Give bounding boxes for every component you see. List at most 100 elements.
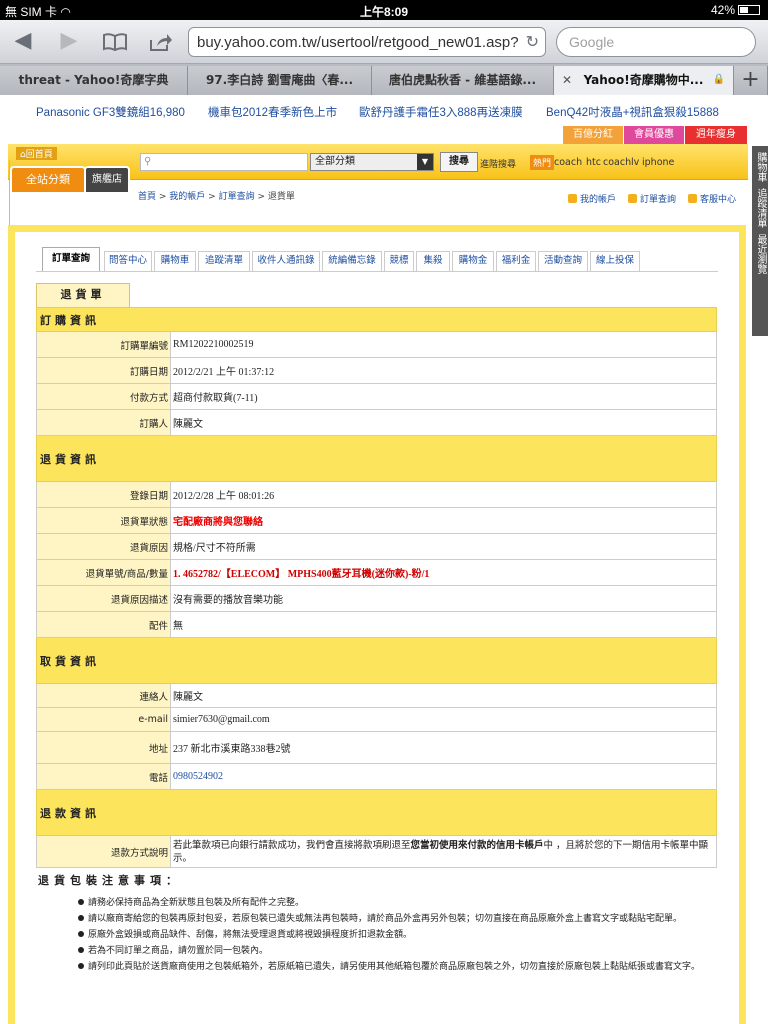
tab-insurance[interactable]: 線上投保 (590, 251, 640, 271)
tab-1[interactable]: threat - Yahoo!奇摩字典 (0, 66, 188, 95)
tab-2[interactable]: 97.李白詩 劉雪庵曲〈春... (188, 66, 372, 95)
tab-group-kill[interactable]: 集殺 (416, 251, 450, 271)
field-label: 訂購人 (36, 409, 171, 436)
floating-sidebar: 購物車 追蹤清單 最近瀏覽 (752, 146, 768, 336)
return-item[interactable]: 1. 4652782/【ELECOM】 MPHS400藍牙耳機(迷你款)-粉/1 (170, 559, 717, 586)
section-title-order: 訂購資訊 (36, 307, 717, 332)
return-description: 沒有需要的播放音樂功能 (170, 585, 717, 612)
browser-toolbar: ◀ ▶ buy.yahoo.com.tw/usertool/retgood_ne… (0, 20, 768, 64)
search-icon: ⚲ (144, 156, 152, 167)
promo-link[interactable]: Panasonic GF3雙鏡組16,980 (36, 104, 185, 120)
topbutton-member[interactable]: 會員優惠 (624, 126, 684, 144)
contact-address: 237 新北市溪東路338巷2號 (170, 731, 717, 764)
tab-label: Yahoo!奇摩購物中... (583, 73, 704, 87)
hot-word[interactable]: htc (586, 157, 601, 168)
tab-qa[interactable]: 問答中心 (104, 251, 152, 271)
forward-arrow-icon[interactable]: ▶ (54, 28, 84, 54)
search-button[interactable]: 搜尋 (440, 152, 478, 172)
field-label: 電話 (36, 763, 171, 790)
field-label: e-mail (36, 707, 171, 732)
tab-auction[interactable]: 競標 (384, 251, 414, 271)
reload-icon[interactable]: ↻ (526, 32, 539, 52)
advanced-search-link[interactable]: 進階搜尋 (480, 157, 516, 170)
order-query-link[interactable]: 訂單查詢 (628, 192, 676, 205)
sidebar-item-watchlist[interactable]: 追蹤清單 (752, 188, 768, 228)
tab-watchlist[interactable]: 追蹤清單 (198, 251, 250, 271)
tab-underline (36, 271, 718, 272)
contact-phone[interactable]: 0980524902 (170, 763, 717, 790)
table-row: 訂購單編號 RM1202210002519 (36, 331, 717, 358)
site-search-input[interactable]: ⚲ (140, 153, 308, 171)
tab-order-query[interactable]: 訂單查詢 (42, 247, 100, 271)
breadcrumb-current: 退貨單 (267, 192, 295, 202)
notes-title: 退貨包裝注意事項： (38, 874, 182, 887)
user-icon (568, 194, 577, 203)
tab-events[interactable]: 活動查詢 (538, 251, 588, 271)
breadcrumb-orders[interactable]: 訂單查詢 (219, 192, 255, 202)
battery-indicator: 42% (711, 3, 760, 17)
tab-tax-memo[interactable]: 統編備忘錄 (322, 251, 382, 271)
new-tab-button[interactable]: + (734, 66, 768, 95)
tab-cart[interactable]: 購物車 (154, 251, 196, 271)
category-select[interactable]: 全部分類 ▼ (310, 153, 434, 171)
tab-welfare-credit[interactable]: 福利金 (496, 251, 536, 271)
address-bar[interactable]: buy.yahoo.com.tw/usertool/retgood_new01.… (188, 27, 546, 57)
all-categories-button[interactable]: 全站分類 (10, 166, 86, 194)
list-item: 請列印此頁貼於送貨廠商使用之包裝紙箱外，若原紙箱已遺失，請另使用其他紙箱包覆於商… (68, 960, 720, 975)
search-input[interactable]: Google (556, 27, 756, 57)
my-account-link[interactable]: 我的帳戶 (568, 192, 616, 205)
section-title-refund: 退款資訊 (36, 789, 717, 836)
hot-word[interactable]: lv (631, 157, 639, 168)
table-row: 訂購人 陳麗文 (36, 409, 717, 436)
hot-word[interactable]: coach (603, 157, 631, 168)
sidebar-item-recent[interactable]: 最近瀏覽 (752, 234, 768, 274)
tab-addressbook[interactable]: 收件人通訊錄 (252, 251, 320, 271)
field-label: 退貨單號/商品/數量 (36, 559, 171, 586)
clock: 上午8:09 (359, 5, 409, 19)
table-row: 付款方式 超商付款取貨(7-11) (36, 383, 717, 410)
field-label: 連絡人 (36, 683, 171, 708)
table-row: 退貨單號/商品/數量 1. 4652782/【ELECOM】 MPHS400藍牙耳… (36, 559, 717, 586)
topbutton-bonus[interactable]: 百億分紅 (563, 126, 623, 144)
field-label: 退款方式說明 (36, 835, 171, 868)
tab-shopping-credit[interactable]: 購物金 (452, 251, 494, 271)
tab-4-active[interactable]: ✕ Yahoo!奇摩購物中... 🔒 (554, 66, 734, 95)
home-link[interactable]: ⌂回首頁 (16, 147, 57, 160)
table-row: e-mail simier7630@gmail.com (36, 707, 717, 732)
list-icon (628, 194, 637, 203)
dropdown-arrow-icon: ▼ (417, 154, 433, 170)
field-label: 地址 (36, 731, 171, 764)
close-tab-icon[interactable]: ✕ (562, 66, 572, 94)
return-form-table: 訂購資訊 訂購單編號 RM1202210002519 訂購日期 2012/2/21 … (36, 307, 717, 868)
hot-word[interactable]: iphone (642, 157, 674, 168)
promo-link[interactable]: 歐舒丹護手霜任3入888再送凍膜 (359, 104, 523, 120)
flagship-button[interactable]: 旗艦店 (84, 166, 130, 194)
topbutton-anniversary[interactable]: 週年瘦身 (685, 126, 747, 144)
breadcrumb-account[interactable]: 我的帳戶 (169, 192, 205, 202)
back-arrow-icon[interactable]: ◀ (8, 28, 38, 54)
notes-list: 請務必保持商品為全新狀態且包裝及所有配件之完整。 請以廠商寄給您的包裝再原封包妥… (68, 896, 720, 976)
breadcrumb-home[interactable]: 首頁 (138, 192, 156, 202)
hot-word[interactable]: coach (554, 157, 582, 168)
hot-label: 熱門 (530, 155, 555, 170)
share-icon[interactable] (146, 28, 176, 59)
bookmarks-book-icon[interactable] (100, 28, 130, 57)
tab-3[interactable]: 唐伯虎點秋香 - 維基語錄... (372, 66, 554, 95)
field-label: 訂購單編號 (36, 331, 171, 358)
promo-bar: Panasonic GF3雙鏡組16,980 機車包2012春季新色上市 歐舒丹… (0, 96, 768, 124)
return-reason: 規格/尺寸不符所需 (170, 533, 717, 560)
field-label: 退貨單狀態 (36, 507, 171, 534)
promo-link[interactable]: BenQ42吋液晶+視訊盒狠殺15888 (546, 104, 719, 120)
table-row: 地址 237 新北市溪東路338巷2號 (36, 731, 717, 764)
field-label: 退貨原因 (36, 533, 171, 560)
tab-label: 97.李白詩 劉雪庵曲〈春... (205, 73, 354, 87)
sidebar-item-cart[interactable]: 購物車 (752, 152, 768, 182)
promo-link[interactable]: 機車包2012春季新色上市 (208, 104, 337, 120)
list-item: 請以廠商寄給您的包裝再原封包妥，若原包裝已遺失或無法再包裝時，請於商品外盒再另外… (68, 912, 720, 927)
field-label: 付款方式 (36, 383, 171, 410)
order-number: RM1202210002519 (170, 331, 717, 358)
section-title-return: 退貨資訊 (36, 435, 717, 482)
table-row: 退貨原因 規格/尺寸不符所需 (36, 533, 717, 560)
customer-service-link[interactable]: 客服中心 (688, 192, 736, 205)
site-header: ⌂回首頁 全站分類 旗艦店 ⚲ 全部分類 ▼ 搜尋 進階搜尋 熱門 coach h… (8, 144, 748, 205)
